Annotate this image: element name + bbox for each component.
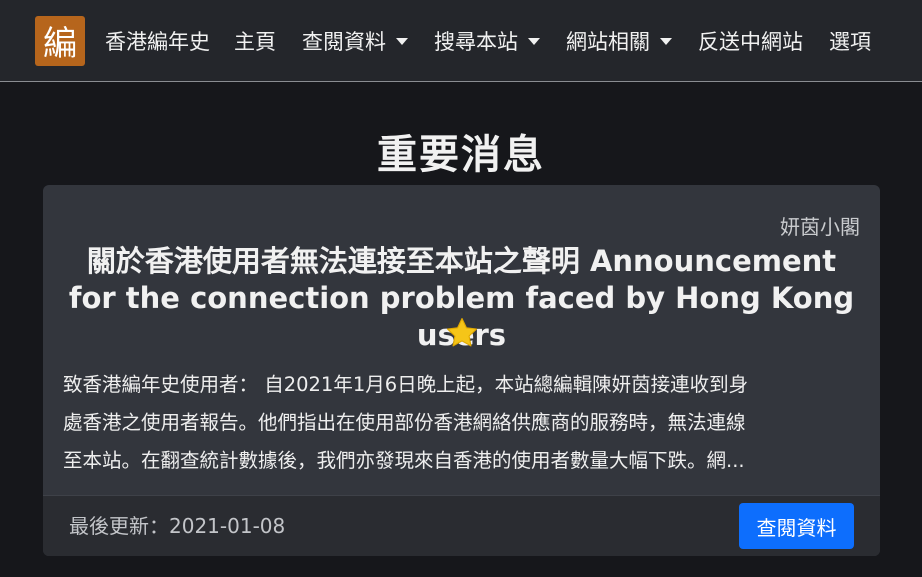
card-footer: 最後更新：2021-01-08 查閱資料 (43, 495, 880, 556)
page-title: 重要消息 (377, 132, 545, 178)
nav-item-label: 查閱資料 (302, 29, 386, 54)
nav-item-search-dropdown[interactable]: 搜尋本站 (434, 26, 540, 56)
excerpt-line: 處香港之使用者報告。他們指出在使用部份香港網絡供應商的服務時，無法連線 (63, 411, 746, 434)
card-author: 妍茵小閣 (780, 215, 860, 239)
caret-down-icon (528, 38, 540, 45)
nav-item-options[interactable]: 選項 (829, 26, 871, 56)
nav-item-label: 反送中網站 (698, 29, 803, 54)
card-excerpt: 致香港編年史使用者： 自2021年1月6日晚上起，本站總編輯陳妍茵接連收到身 處… (63, 366, 860, 480)
brand-link[interactable]: 香港編年史 (105, 26, 210, 56)
top-navbar: 編 香港編年史 主頁 查閱資料 搜尋本站 網站相關 反送中網站 選項 (0, 0, 922, 82)
excerpt-line: 致香港編年史使用者： 自2021年1月6日晚上起，本站總編輯陳妍茵接連收到身 (63, 373, 749, 396)
site-logo[interactable]: 編 (35, 15, 85, 66)
excerpt-line: 至本站。在翻查統計數據後，我們亦發現來自香港的使用者數量大幅下跌。網... (63, 449, 745, 472)
nav-item-anti-extradition[interactable]: 反送中網站 (698, 26, 803, 56)
nav-item-home[interactable]: 主頁 (234, 26, 276, 56)
nav-item-label: 主頁 (234, 29, 276, 54)
nav-item-lookup-dropdown[interactable]: 查閱資料 (302, 26, 408, 56)
caret-down-icon (396, 38, 408, 45)
nav-item-label: 網站相關 (566, 29, 650, 54)
nav-item-label: 選項 (829, 29, 871, 54)
announcement-card: 妍茵小閣 關於香港使用者無法連接至本站之聲明 Announcement for … (43, 185, 880, 556)
nav-item-site-dropdown[interactable]: 網站相關 (566, 26, 672, 56)
nav-item-label: 搜尋本站 (434, 29, 518, 54)
caret-down-icon (660, 38, 672, 45)
last-updated: 最後更新：2021-01-08 (69, 514, 286, 538)
star-icon (446, 317, 478, 347)
view-details-button[interactable]: 查閱資料 (739, 503, 854, 549)
